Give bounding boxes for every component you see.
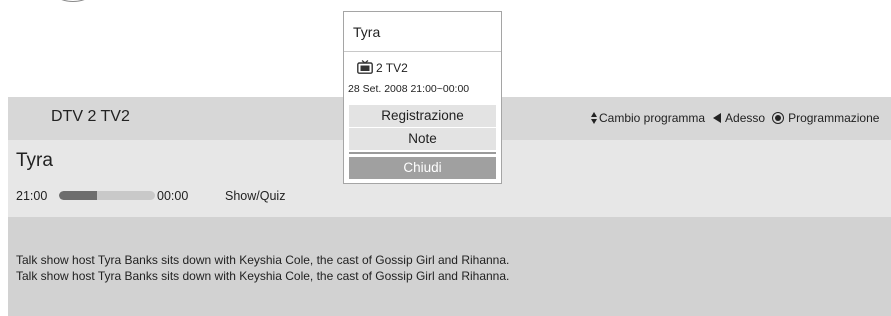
nav-hints: Cambio programma Adesso Programmazione [591, 111, 879, 125]
program-progress-bar [59, 191, 155, 200]
left-arrow-icon [713, 113, 722, 123]
hint-schedule-label: Programmazione [788, 111, 880, 125]
close-button[interactable]: Chiudi [349, 157, 496, 179]
decorative-circle [40, 0, 106, 2]
popup-date-time: 28 Set. 2008 21:00~00:00 [348, 83, 470, 95]
hint-now[interactable]: Adesso [705, 111, 765, 125]
popup-separator [349, 152, 496, 154]
notes-button[interactable]: Note [349, 128, 496, 150]
hint-change-program-label: Cambio programma [599, 111, 706, 125]
record-button[interactable]: Registrazione [349, 105, 496, 127]
program-end-time: 00:00 [157, 189, 189, 203]
tv-guide-screen: DTV 2 TV2 Cambio programma Adesso Progra… [0, 0, 891, 316]
program-genre: Show/Quiz [225, 189, 286, 203]
hint-change-program[interactable]: Cambio programma [591, 111, 705, 125]
program-description: Talk show host Tyra Banks sits down with… [16, 252, 509, 284]
popup-divider [344, 51, 501, 52]
program-title: Tyra [16, 150, 53, 171]
ok-button-icon [772, 112, 785, 124]
program-popup: Tyra 2 TV2 28 Set. 2008 21:00~00:00 Regi… [343, 11, 502, 184]
description-line: Talk show host Tyra Banks sits down with… [16, 269, 510, 283]
hint-schedule[interactable]: Programmazione [765, 111, 879, 125]
up-down-arrow-icon [591, 112, 598, 124]
program-progress-fill [59, 191, 98, 200]
popup-channel: 2 TV2 [376, 61, 408, 75]
program-start-time: 21:00 [16, 189, 48, 203]
description-line: Talk show host Tyra Banks sits down with… [16, 253, 510, 267]
hint-now-label: Adesso [725, 111, 766, 125]
popup-title: Tyra [353, 24, 381, 40]
channel-label: DTV 2 TV2 [51, 108, 130, 125]
tv-icon [357, 60, 373, 74]
